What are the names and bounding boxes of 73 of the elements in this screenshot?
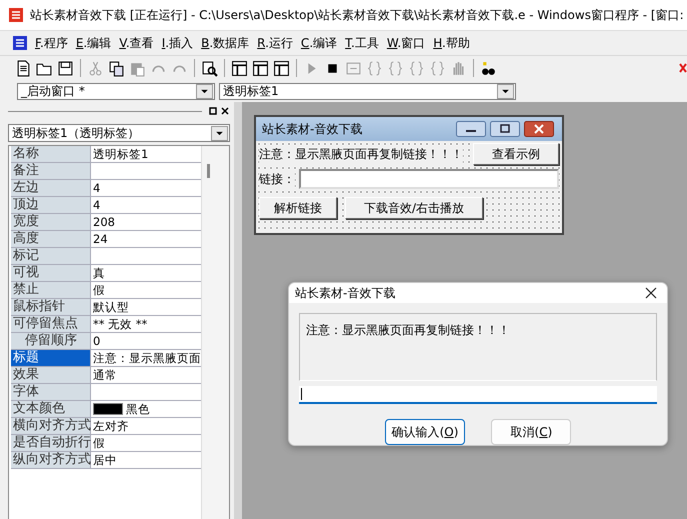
menu-item[interactable]: F.程序 [31, 34, 72, 52]
property-value[interactable]: 4 [93, 181, 100, 195]
scrollbar[interactable] [201, 146, 229, 519]
layout-icon[interactable] [272, 58, 291, 78]
property-value[interactable]: 真 [93, 266, 105, 280]
floppy-icon[interactable] [56, 58, 75, 78]
menu-item[interactable]: E.编辑 [72, 34, 116, 52]
dialog-title: 站长素材-音效下载 [295, 284, 396, 302]
property-name[interactable]: 横向对齐方式 [11, 418, 91, 434]
maximize-icon [490, 121, 520, 137]
app-logo-icon [8, 7, 24, 23]
property-value[interactable]: 208 [93, 215, 115, 229]
property-value[interactable]: 24 [93, 232, 108, 246]
input-field[interactable] [299, 386, 657, 404]
magnifier-icon[interactable] [200, 58, 219, 78]
layout-icon[interactable] [251, 58, 270, 78]
property-name[interactable]: 标记 [11, 248, 91, 264]
property-name[interactable]: 左边 [11, 180, 91, 196]
property-value[interactable]: 透明标签1 [93, 146, 148, 162]
object-selector[interactable]: 透明标签1（透明标签） [8, 124, 230, 142]
property-name[interactable]: 可视 [11, 265, 91, 281]
property-name[interactable]: 名称 [11, 146, 91, 162]
property-value[interactable]: 左对齐 [93, 418, 129, 434]
menu-item[interactable]: R.运行 [253, 34, 297, 52]
minimize-icon [456, 121, 486, 137]
menu-item[interactable]: V.查看 [115, 34, 158, 52]
menu-item[interactable]: C.编译 [296, 34, 342, 52]
property-name[interactable]: 标题 [11, 350, 91, 366]
close-mark-icon [679, 62, 687, 74]
window-title: 站长素材音效下载 [正在运行] - C:\Users\a\Desktop\站长素材音效下载\站长素材音效下载.e - Windows窗口程序 - [窗口: [30, 6, 684, 24]
form-title: 站长素材-音效下载 [262, 120, 364, 138]
menu-item[interactable]: B.数据库 [197, 34, 254, 52]
property-name[interactable]: 宽度 [11, 214, 91, 230]
close-icon [524, 121, 554, 137]
property-value[interactable]: 注意：显示黑腋页面 [93, 350, 201, 366]
property-name[interactable]: 停留顺序 [11, 333, 91, 349]
property-name[interactable]: 高度 [11, 231, 91, 247]
menu-item[interactable]: I.插入 [158, 34, 198, 52]
menu-item[interactable]: H.帮助 [429, 34, 474, 52]
menu-logo-icon [12, 35, 28, 51]
close-icon[interactable] [220, 106, 230, 116]
property-name[interactable]: 效果 [11, 367, 91, 383]
cancel-button[interactable]: 取消(C) [491, 419, 572, 445]
link-label: 链接： [259, 170, 295, 188]
property-value[interactable]: 黑色 [126, 402, 150, 416]
layout-icon[interactable] [230, 58, 249, 78]
property-value[interactable]: 假 [93, 436, 105, 450]
property-name[interactable]: 备注 [11, 163, 91, 179]
property-name[interactable]: 纵向对齐方式 [11, 452, 91, 468]
close-icon[interactable] [645, 287, 657, 299]
property-value[interactable]: 默认型 [93, 300, 129, 314]
dialog-message: 注意：显示黑腋页面再复制链接！！！ [306, 323, 510, 337]
confirm-button[interactable]: 确认输入(O) [384, 419, 466, 445]
copy-icon[interactable] [107, 58, 126, 78]
property-value[interactable]: 假 [93, 282, 105, 298]
property-name[interactable]: 顶边 [11, 197, 91, 213]
property-name[interactable]: 文本颜色 [11, 401, 91, 417]
property-value[interactable]: ** 无效 ** [93, 316, 148, 332]
property-name[interactable]: 可停留焦点 [11, 316, 91, 332]
restore-icon[interactable] [208, 106, 218, 116]
notice-label: 注意：显示黑腋页面再复制链接！！！ [259, 146, 463, 162]
property-name[interactable]: 禁止 [11, 282, 91, 298]
property-value[interactable]: 通常 [93, 368, 117, 382]
property-value[interactable]: 0 [93, 334, 100, 348]
property-name[interactable]: 字体 [11, 384, 91, 400]
object-dropdown[interactable]: _启动窗口 * [17, 82, 215, 100]
property-name[interactable]: 鼠标指针 [11, 299, 91, 315]
property-name[interactable]: 是否自动折行 [11, 435, 91, 451]
property-value[interactable]: 居中 [93, 452, 117, 468]
object-dropdown[interactable]: 透明标签1 [219, 82, 516, 100]
property-value[interactable]: 4 [93, 198, 100, 212]
menu-item[interactable]: W.窗口 [382, 34, 430, 52]
menu-item[interactable]: T.工具 [341, 34, 383, 52]
